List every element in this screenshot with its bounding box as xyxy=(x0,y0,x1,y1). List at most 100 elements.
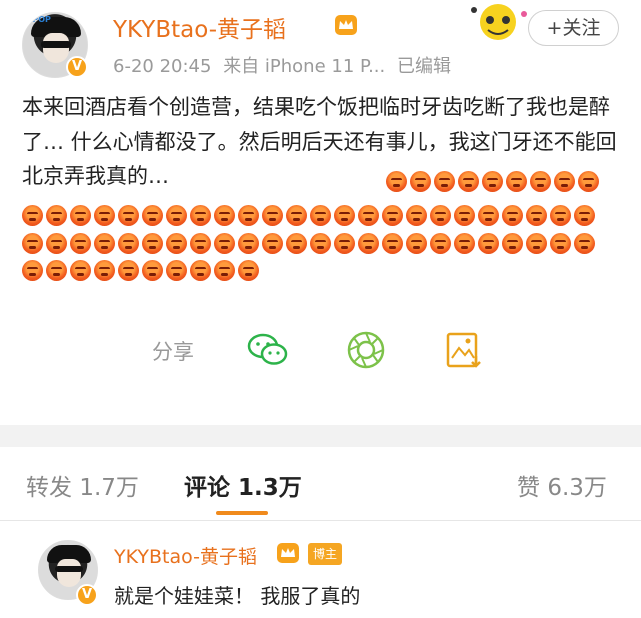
angry-face-emoji xyxy=(482,171,503,192)
angry-face-emoji xyxy=(310,205,331,226)
angry-face-emoji xyxy=(70,233,91,254)
angry-face-emoji xyxy=(506,171,527,192)
angry-face-emoji xyxy=(214,233,235,254)
tab-comments[interactable]: 评论 1.3万 xyxy=(184,468,302,502)
tab-label: 评论 xyxy=(184,475,230,501)
angry-face-emoji xyxy=(578,171,599,192)
crown-icon xyxy=(335,15,357,35)
avatar-face xyxy=(43,33,69,63)
angry-face-emoji xyxy=(454,233,475,254)
angry-face-emoji xyxy=(554,171,575,192)
angry-face-emoji xyxy=(94,233,115,254)
angry-face-emoji xyxy=(46,233,67,254)
share-label: 分享 xyxy=(152,340,194,364)
angry-face-emoji xyxy=(410,171,431,192)
angry-face-emoji xyxy=(550,205,571,226)
angry-face-emoji xyxy=(526,233,547,254)
angry-face-emoji xyxy=(430,205,451,226)
angry-face-emoji xyxy=(574,205,595,226)
angry-face-emoji xyxy=(434,171,455,192)
angry-face-emoji xyxy=(142,233,163,254)
emoji-row xyxy=(22,205,622,229)
author-name[interactable]: YKYBtao-黄子韬 xyxy=(113,10,286,44)
angry-face-emoji xyxy=(166,233,187,254)
save-image-icon[interactable] xyxy=(442,328,486,372)
section-separator xyxy=(0,425,641,447)
sticker-icon xyxy=(471,4,527,40)
angry-face-emoji xyxy=(386,171,407,192)
comment-text: 就是个娃娃菜！ 我服了真的 xyxy=(114,584,361,608)
angry-face-emoji xyxy=(94,260,115,281)
divider xyxy=(0,520,641,521)
angry-face-emoji xyxy=(238,205,259,226)
angry-face-emoji xyxy=(22,260,43,281)
angry-face-emoji xyxy=(310,233,331,254)
angry-face-emoji xyxy=(214,205,235,226)
angry-face-emoji xyxy=(46,260,67,281)
angry-face-emoji xyxy=(454,205,475,226)
angry-face-emoji xyxy=(334,233,355,254)
tab-label: 赞 xyxy=(517,475,540,501)
angry-face-emoji xyxy=(238,233,259,254)
wechat-icon[interactable] xyxy=(246,328,290,372)
post-date: 6-20 20:45 xyxy=(113,56,212,77)
angry-face-emoji xyxy=(22,233,43,254)
emoji-row xyxy=(22,260,622,284)
emoji-row xyxy=(386,171,616,195)
tab-count: 1.7万 xyxy=(79,475,139,501)
angry-face-emoji xyxy=(458,171,479,192)
tab-count: 6.3万 xyxy=(547,475,607,501)
angry-face-emoji xyxy=(286,233,307,254)
tab-label: 转发 xyxy=(26,475,72,501)
commenter-name[interactable]: YKYBtao-黄子韬 xyxy=(114,542,257,569)
angry-face-emoji xyxy=(358,233,379,254)
active-tab-indicator xyxy=(216,511,268,515)
angry-face-emoji xyxy=(574,233,595,254)
post-source: 来自 iPhone 11 P... xyxy=(223,56,386,77)
avatar-tag: C-POP xyxy=(23,15,51,24)
edited-label[interactable]: 已编辑 xyxy=(397,56,451,77)
moments-icon[interactable] xyxy=(344,328,388,372)
angry-face-emoji xyxy=(550,233,571,254)
crown-icon xyxy=(277,543,299,563)
tab-likes[interactable]: 赞 6.3万 xyxy=(517,468,607,502)
angry-face-emoji xyxy=(530,171,551,192)
angry-face-emoji xyxy=(190,205,211,226)
angry-face-emoji xyxy=(166,205,187,226)
angry-face-emoji xyxy=(142,260,163,281)
angry-face-emoji xyxy=(94,205,115,226)
angry-face-emoji xyxy=(22,205,43,226)
avatar-face xyxy=(57,559,81,587)
angry-face-emoji xyxy=(118,260,139,281)
angry-face-emoji xyxy=(262,205,283,226)
angry-face-emoji xyxy=(286,205,307,226)
angry-face-emoji xyxy=(382,205,403,226)
angry-face-emoji xyxy=(406,205,427,226)
angry-face-emoji xyxy=(502,205,523,226)
angry-face-emoji xyxy=(358,205,379,226)
tab-reposts[interactable]: 转发 1.7万 xyxy=(26,468,139,502)
angry-face-emoji xyxy=(142,205,163,226)
angry-face-emoji xyxy=(70,260,91,281)
angry-face-emoji xyxy=(166,260,187,281)
angry-face-emoji xyxy=(118,233,139,254)
post-meta: 6-20 20:45 来自 iPhone 11 P... 已编辑 xyxy=(113,52,457,78)
angry-face-emoji xyxy=(478,205,499,226)
avatar-glasses xyxy=(55,566,83,572)
angry-face-emoji xyxy=(478,233,499,254)
angry-face-emoji xyxy=(118,205,139,226)
angry-face-emoji xyxy=(46,205,67,226)
verified-v-icon: V xyxy=(76,584,98,606)
angry-face-emoji xyxy=(502,233,523,254)
emoji-row xyxy=(22,233,622,257)
angry-face-emoji xyxy=(526,205,547,226)
angry-face-emoji xyxy=(238,260,259,281)
angry-face-emoji xyxy=(406,233,427,254)
follow-button[interactable]: +关注 xyxy=(528,10,619,46)
avatar-glasses xyxy=(41,41,71,48)
angry-face-emoji xyxy=(382,233,403,254)
angry-face-emoji xyxy=(190,233,211,254)
angry-face-emoji xyxy=(430,233,451,254)
angry-face-emoji xyxy=(262,233,283,254)
tab-count: 1.3万 xyxy=(238,475,302,501)
